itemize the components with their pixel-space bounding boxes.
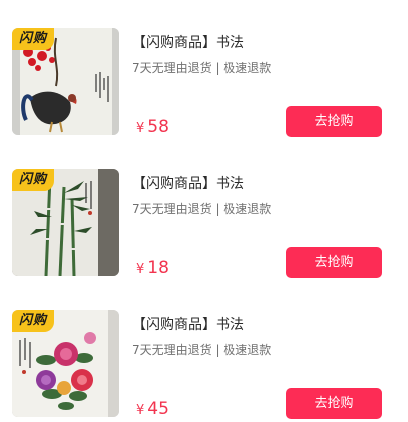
product-image-rooster-painting[interactable]: 闪购	[12, 28, 119, 135]
product-title[interactable]: 【闪购商品】书法	[132, 32, 244, 52]
product-item[interactable]: 闪购 【闪购商品】书法 7天无理由退货 | 极速退款 ¥18 去抢购	[0, 141, 408, 282]
product-image-bamboo-painting[interactable]: 闪购	[12, 169, 119, 276]
buy-now-button[interactable]: 去抢购	[286, 106, 382, 137]
price-value: 45	[147, 399, 169, 419]
product-price: ¥45	[136, 399, 169, 419]
currency-symbol: ¥	[136, 403, 145, 418]
product-list: 闪购 【闪购商品】书法 7天无理由退货 | 极速退款 ¥58 去抢购 闪购 【闪…	[0, 0, 408, 422]
flash-sale-badge: 闪购	[12, 28, 54, 50]
product-price: ¥18	[136, 258, 169, 278]
currency-symbol: ¥	[136, 262, 145, 277]
price-value: 18	[147, 258, 169, 278]
buy-now-button[interactable]: 去抢购	[286, 247, 382, 278]
price-value: 58	[147, 117, 169, 137]
currency-symbol: ¥	[136, 121, 145, 136]
flash-sale-badge: 闪购	[12, 310, 54, 332]
product-title[interactable]: 【闪购商品】书法	[132, 173, 244, 193]
return-policy-text: 7天无理由退货 | 极速退款	[132, 202, 272, 216]
product-item[interactable]: 闪购 【闪购商品】书法 7天无理由退货 | 极速退款 ¥45 去抢购	[0, 282, 408, 422]
return-policy-text: 7天无理由退货 | 极速退款	[132, 343, 272, 357]
product-title[interactable]: 【闪购商品】书法	[132, 314, 244, 334]
return-policy-text: 7天无理由退货 | 极速退款	[132, 61, 272, 75]
product-image-peony-painting[interactable]: 闪购	[12, 310, 119, 417]
product-item[interactable]: 闪购 【闪购商品】书法 7天无理由退货 | 极速退款 ¥58 去抢购	[0, 0, 408, 141]
flash-sale-badge: 闪购	[12, 169, 54, 191]
buy-now-button[interactable]: 去抢购	[286, 388, 382, 419]
product-price: ¥58	[136, 117, 169, 137]
